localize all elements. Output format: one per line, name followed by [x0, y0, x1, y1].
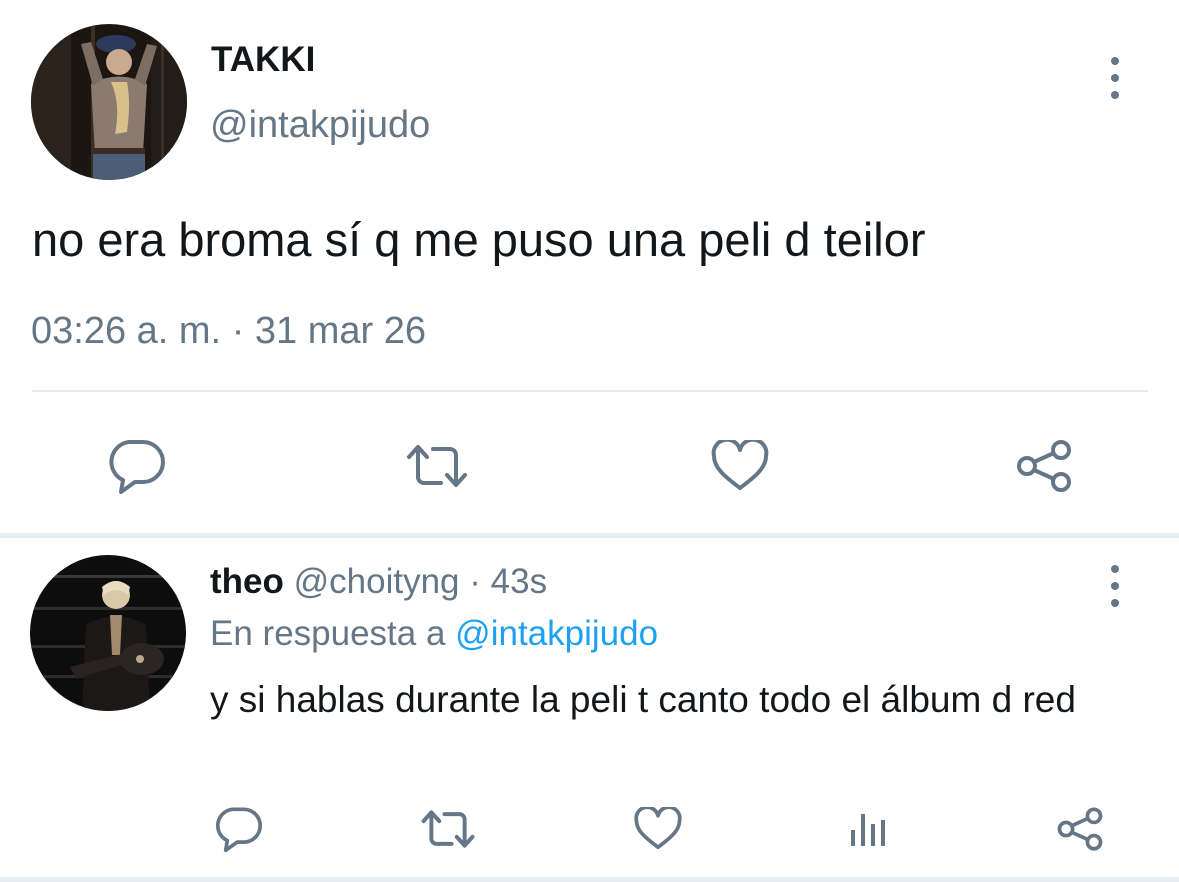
reply-author-name[interactable]: theo [210, 562, 284, 601]
reply-header: theo @choityng · 43s [210, 562, 547, 602]
share-icon[interactable] [1012, 434, 1076, 498]
section-separator [0, 533, 1179, 538]
in-reply-to-prefix: En respuesta a [210, 614, 446, 653]
reply-text: y si hablas durante la peli t canto todo… [210, 679, 1076, 720]
divider [32, 390, 1148, 392]
author-avatar[interactable] [31, 24, 187, 180]
reply-author-handle[interactable]: @choityng [294, 562, 460, 601]
tweet-text: no era broma sí q me puso una peli d tei… [32, 213, 926, 266]
in-reply-to-link[interactable]: @intakpijudo [455, 614, 658, 653]
reply-share-icon[interactable] [1048, 797, 1112, 861]
meta-separator: · [231, 310, 245, 352]
author-name[interactable]: TAKKI [211, 40, 315, 80]
retweet-icon[interactable] [405, 434, 469, 498]
in-reply-to: En respuesta a @intakpijudo [210, 614, 658, 654]
reply-retweet-icon[interactable] [416, 797, 480, 861]
tweet-time: 03:26 a. m. [31, 310, 222, 352]
analytics-icon[interactable] [836, 797, 900, 861]
reply-icon[interactable] [104, 434, 168, 498]
bottom-divider [0, 877, 1179, 882]
reply-more-vertical-icon[interactable] [1100, 565, 1130, 616]
reply-age[interactable]: 43s [491, 562, 547, 601]
like-icon[interactable] [708, 434, 772, 498]
tweet-date: 31 mar 26 [254, 310, 426, 352]
more-vertical-icon[interactable] [1100, 57, 1130, 108]
tweet-timestamp[interactable]: 03:26 a. m. · 31 mar 26 [31, 310, 426, 353]
reply-reply-icon[interactable] [206, 797, 270, 861]
reply-like-icon[interactable] [626, 797, 690, 861]
author-handle[interactable]: @intakpijudo [210, 104, 430, 147]
reply-author-avatar[interactable] [30, 555, 186, 711]
reply-meta-separator: · [469, 562, 481, 601]
